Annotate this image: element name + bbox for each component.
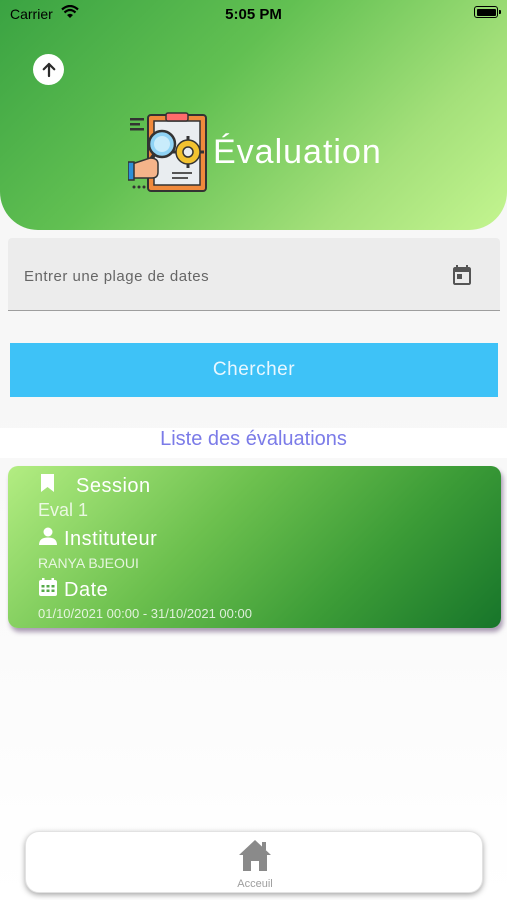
calendar-icon[interactable] bbox=[450, 263, 474, 287]
evaluation-clipboard-icon bbox=[128, 112, 207, 192]
session-label: Session bbox=[76, 475, 151, 497]
battery-icon bbox=[474, 6, 501, 18]
header: Évaluation bbox=[0, 0, 507, 230]
instituteur-value: RANYA BJEOUI bbox=[38, 555, 139, 571]
scroll-up-button[interactable] bbox=[33, 54, 64, 85]
search-button[interactable]: Chercher bbox=[10, 343, 498, 397]
nav-item-acceuil[interactable]: Acceuil bbox=[230, 836, 280, 892]
session-value: Eval 1 bbox=[38, 500, 89, 520]
date-range-input[interactable] bbox=[22, 258, 426, 294]
date-range-field[interactable] bbox=[8, 238, 500, 311]
calendar-icon bbox=[39, 578, 57, 596]
status-bar: Carrier 5:05 PM bbox=[0, 0, 507, 28]
date-label: Date bbox=[64, 579, 109, 601]
arrow-up-icon bbox=[42, 62, 55, 77]
bottom-navigation: Acceuil bbox=[25, 831, 483, 893]
person-icon bbox=[39, 527, 57, 545]
instituteur-label: Instituteur bbox=[64, 528, 158, 550]
bookmark-icon bbox=[41, 474, 54, 492]
clock: 5:05 PM bbox=[225, 6, 282, 23]
home-icon bbox=[239, 840, 271, 871]
page-title: Évaluation bbox=[213, 133, 382, 171]
nav-item-label: Acceuil bbox=[237, 878, 273, 890]
date-value: 01/10/2021 00:00 - 31/10/2021 00:00 bbox=[38, 606, 252, 621]
list-title: Liste des évaluations bbox=[160, 428, 347, 450]
evaluation-card[interactable]: Session Eval 1 Instituteur RANYA BJEOUI … bbox=[8, 466, 501, 628]
